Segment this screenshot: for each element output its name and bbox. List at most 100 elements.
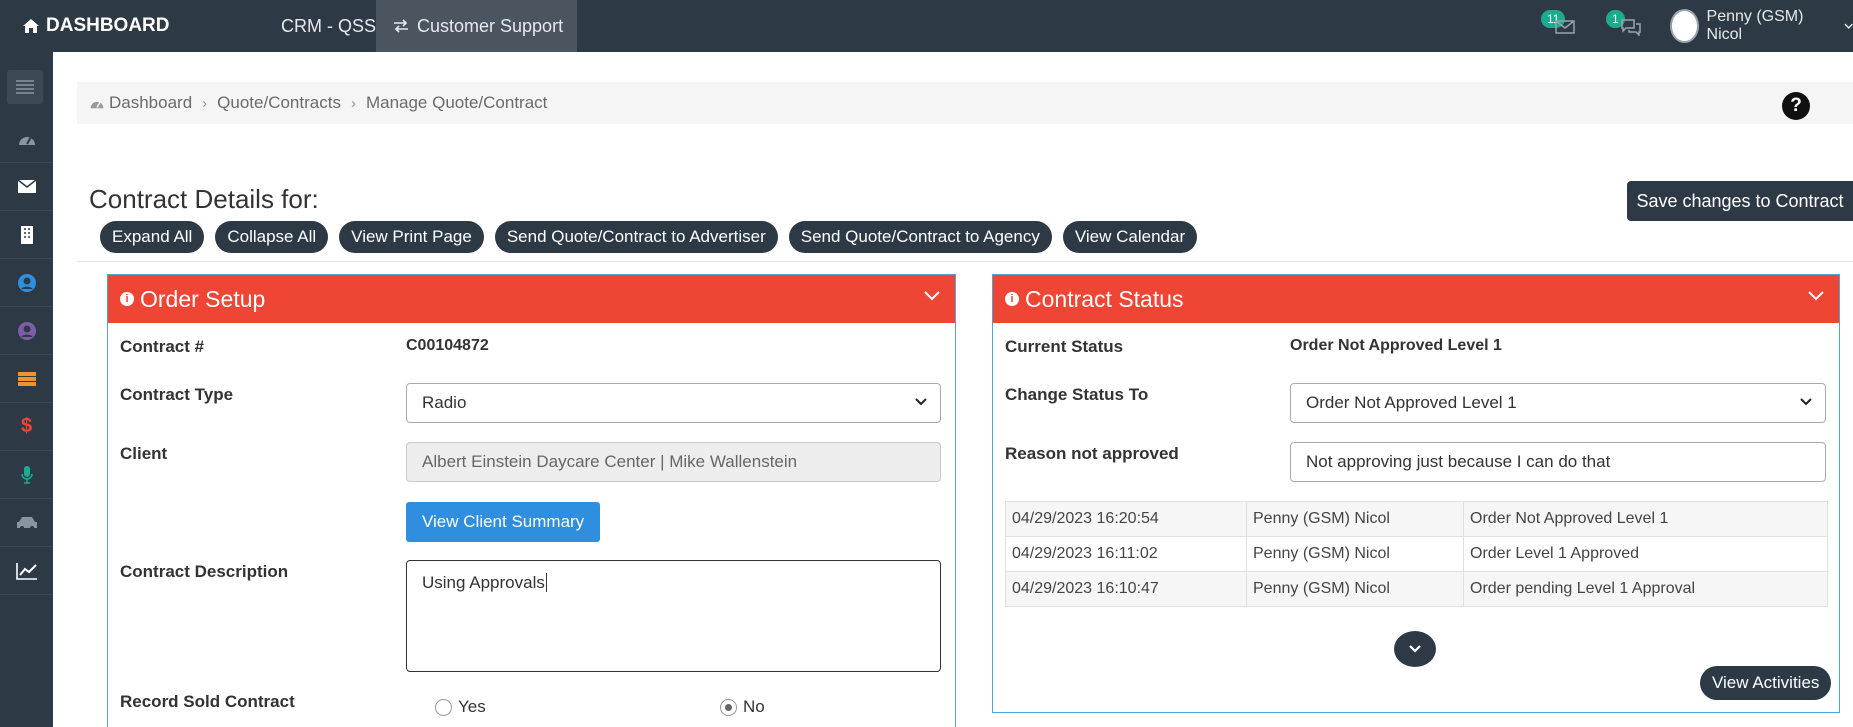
history-user: Penny (GSM) Nicol [1246, 536, 1464, 572]
info-icon: i [1005, 292, 1019, 306]
record-sold-label: Record Sold Contract [120, 692, 295, 711]
sidebar-item-contacts[interactable] [0, 259, 53, 307]
envelope-icon [1555, 20, 1575, 34]
chevron-down-icon [1409, 645, 1421, 653]
contract-type-select[interactable]: Radio [406, 383, 941, 423]
client-value: Albert Einstein Daycare Center | Mike Wa… [422, 452, 798, 471]
order-setup-header[interactable]: i Order Setup [108, 275, 955, 323]
sidebar-item-reports[interactable] [0, 547, 53, 595]
sidebar: $ [0, 52, 53, 727]
breadcrumb-dashboard[interactable]: Dashboard [109, 93, 192, 113]
customer-support-label: Customer Support [417, 15, 564, 36]
user-menu[interactable]: Penny (GSM) Nicol [1670, 0, 1853, 52]
history-status: Order Not Approved Level 1 [1463, 501, 1828, 537]
divider [77, 261, 1853, 262]
mail-icon [17, 179, 36, 193]
reason-label: Reason not approved [1005, 444, 1179, 463]
home-icon [23, 19, 39, 33]
history-user: Penny (GSM) Nicol [1246, 571, 1464, 607]
page-title: Contract Details for: [89, 184, 319, 214]
record-sold-yes-radio[interactable]: Yes [435, 697, 486, 717]
contract-status-panel: i Contract Status Current Status Order N… [992, 274, 1840, 713]
contract-status-header[interactable]: i Contract Status [993, 275, 1839, 323]
view-activities-button[interactable]: View Activities [1700, 666, 1832, 700]
contract-number-label: Contract # [120, 337, 205, 356]
exchange-icon [394, 19, 408, 33]
collapse-all-button[interactable]: Collapse All [215, 221, 329, 253]
current-status-value: Order Not Approved Level 1 [1290, 337, 1502, 354]
mail-notifications[interactable]: 11 [1541, 10, 1581, 42]
status-history-table: 04/29/2023 16:20:54 Penny (GSM) Nicol Or… [1005, 501, 1828, 607]
client-label: Client [120, 444, 168, 463]
building-icon [20, 225, 33, 244]
change-status-select[interactable]: Order Not Approved Level 1 [1290, 383, 1826, 423]
send-to-agency-button[interactable]: Send Quote/Contract to Agency [788, 221, 1052, 253]
microphone-icon [20, 465, 33, 484]
dashboard-icon [18, 136, 35, 145]
sidebar-item-dashboard[interactable] [0, 115, 53, 163]
record-sold-no-radio[interactable]: No [720, 697, 765, 717]
contract-status-title: Contract Status [1025, 285, 1184, 312]
comments-icon [1621, 19, 1641, 36]
customer-support-link[interactable]: Customer Support [376, 0, 577, 52]
table-row: 04/29/2023 16:10:47 Penny (GSM) Nicol Or… [1005, 571, 1828, 607]
dollar-icon: $ [20, 415, 33, 437]
radio-circle [435, 698, 452, 716]
history-status: Order pending Level 1 Approval [1463, 571, 1828, 607]
chat-notifications[interactable]: 1 [1606, 10, 1646, 42]
contract-description-value: Using Approvals [422, 573, 545, 592]
info-icon: i [120, 292, 134, 306]
history-date: 04/29/2023 16:10:47 [1005, 571, 1247, 607]
dashboard-link[interactable]: DASHBOARD [22, 0, 170, 52]
chevron-down-icon[interactable] [923, 290, 941, 302]
contract-description-label: Contract Description [120, 562, 289, 581]
sidebar-item-inventory[interactable] [0, 355, 53, 403]
sidebar-toggle[interactable] [7, 70, 43, 104]
user-circle-icon [17, 321, 36, 340]
sidebar-item-production[interactable] [0, 451, 53, 499]
yes-label: Yes [458, 697, 486, 716]
show-more-history-button[interactable] [1394, 631, 1436, 667]
breadcrumb-separator: › [202, 94, 208, 112]
user-name: Penny (GSM) Nicol [1706, 8, 1804, 43]
history-status: Order Level 1 Approved [1463, 536, 1828, 572]
brand-label: DASHBOARD [46, 15, 170, 36]
breadcrumb-manage-contract: Manage Quote/Contract [365, 93, 548, 112]
view-calendar-button[interactable]: View Calendar [1062, 221, 1198, 253]
change-status-label: Change Status To [1005, 385, 1149, 404]
change-status-value: Order Not Approved Level 1 [1306, 393, 1517, 412]
history-user: Penny (GSM) Nicol [1246, 501, 1464, 537]
reason-input[interactable]: Not approving just because I can do that [1290, 442, 1826, 482]
send-to-advertiser-button[interactable]: Send Quote/Contract to Advertiser [494, 221, 778, 253]
sidebar-item-mail[interactable] [0, 163, 53, 211]
sidebar-item-billing[interactable]: $ [0, 403, 53, 451]
top-navbar: DASHBOARD CRM - QSSS Customer Support 11… [0, 0, 1853, 52]
expand-all-button[interactable]: Expand All [100, 221, 205, 253]
contract-description-textarea[interactable]: Using Approvals [406, 560, 941, 672]
sidebar-item-users[interactable] [0, 307, 53, 355]
menu-icon [16, 80, 34, 94]
breadcrumb: Dashboard › Quote/Contracts › Manage Quo… [77, 82, 1853, 124]
text-cursor [545, 573, 547, 592]
view-client-summary-button[interactable]: View Client Summary [406, 502, 601, 542]
history-date: 04/29/2023 16:20:54 [1005, 501, 1247, 537]
user-icon [17, 273, 36, 292]
sidebar-item-companies[interactable] [0, 211, 53, 259]
sidebar-item-traffic[interactable] [0, 499, 53, 547]
history-date: 04/29/2023 16:11:02 [1005, 536, 1247, 572]
stack-icon [17, 371, 36, 386]
chevron-down-icon[interactable] [1807, 290, 1825, 302]
chevron-down-icon [915, 398, 927, 406]
chevron-down-icon [1800, 398, 1812, 406]
contract-type-value: Radio [422, 393, 467, 412]
current-status-label: Current Status [1005, 337, 1124, 356]
dashboard-icon [90, 101, 104, 108]
breadcrumb-quote-contracts[interactable]: Quote/Contracts [217, 93, 341, 113]
breadcrumb-separator: › [350, 94, 356, 112]
crm-link[interactable]: CRM - QSSS [281, 0, 388, 52]
order-setup-panel: i Order Setup Contract # C00104872 Contr… [107, 274, 956, 727]
save-contract-button[interactable]: Save changes to Contract [1627, 181, 1853, 221]
chevron-down-icon [1844, 23, 1853, 29]
help-icon[interactable]: ? [1782, 92, 1810, 120]
view-print-page-button[interactable]: View Print Page [339, 221, 484, 253]
